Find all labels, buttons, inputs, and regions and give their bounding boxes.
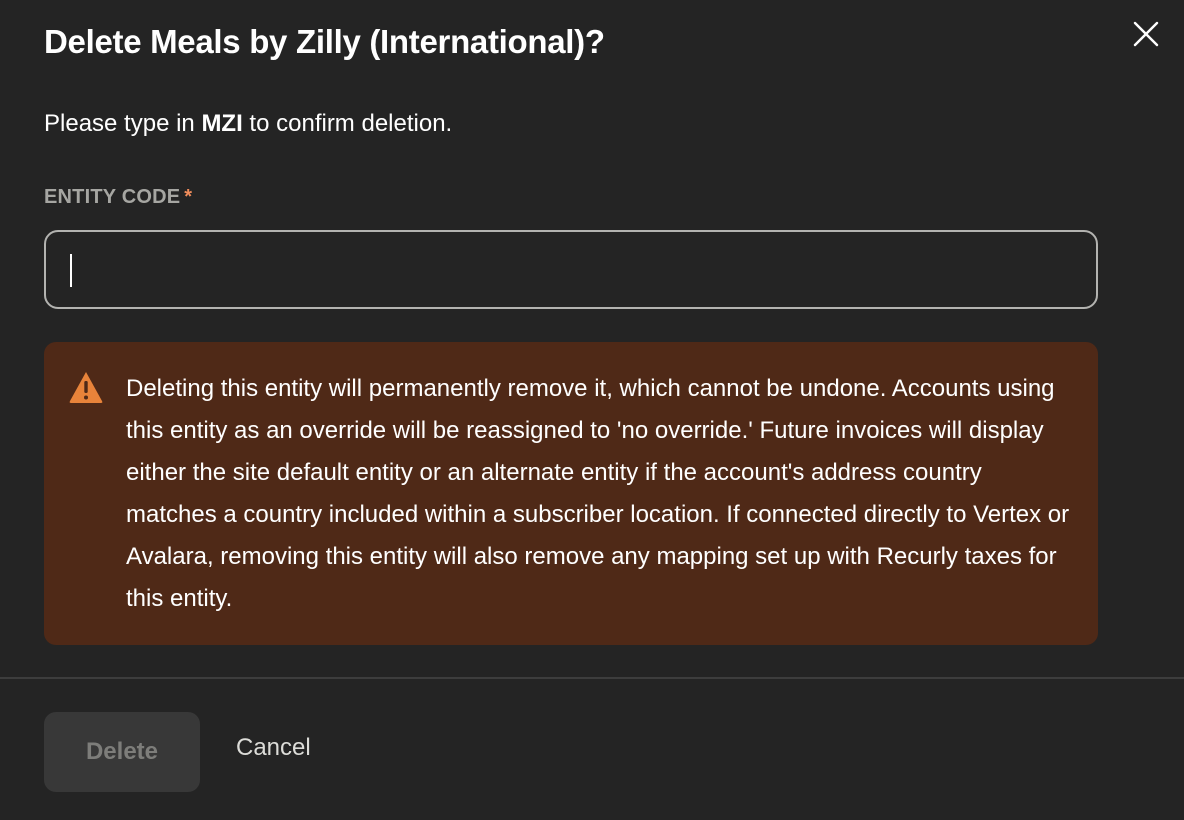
entity-code-label-text: ENTITY CODE	[44, 186, 181, 208]
text-cursor	[70, 254, 72, 287]
close-button[interactable]	[1128, 16, 1164, 52]
entity-code-label: ENTITY CODE *	[44, 186, 192, 209]
entity-code-input[interactable]	[68, 232, 1072, 309]
deletion-warning: Deleting this entity will permanently re…	[44, 342, 1098, 645]
footer-divider	[0, 677, 1184, 679]
warning-message: Deleting this entity will permanently re…	[126, 375, 1070, 612]
entity-code-field[interactable]	[44, 230, 1098, 309]
warning-triangle-icon	[69, 372, 103, 403]
confirm-instruction: Please type in MZI to confirm deletion.	[44, 110, 452, 138]
delete-button[interactable]: Delete	[44, 712, 200, 792]
dialog-title: Delete Meals by Zilly (International)?	[44, 23, 605, 60]
entity-code-hint: MZI	[201, 110, 243, 137]
instruction-prefix: Please type in	[44, 110, 202, 137]
cancel-button[interactable]: Cancel	[236, 734, 311, 762]
instruction-suffix: to confirm deletion.	[242, 110, 453, 137]
close-icon	[1133, 21, 1159, 47]
delete-entity-dialog: Delete Meals by Zilly (International)? P…	[0, 0, 1184, 820]
required-marker: *	[184, 186, 193, 208]
